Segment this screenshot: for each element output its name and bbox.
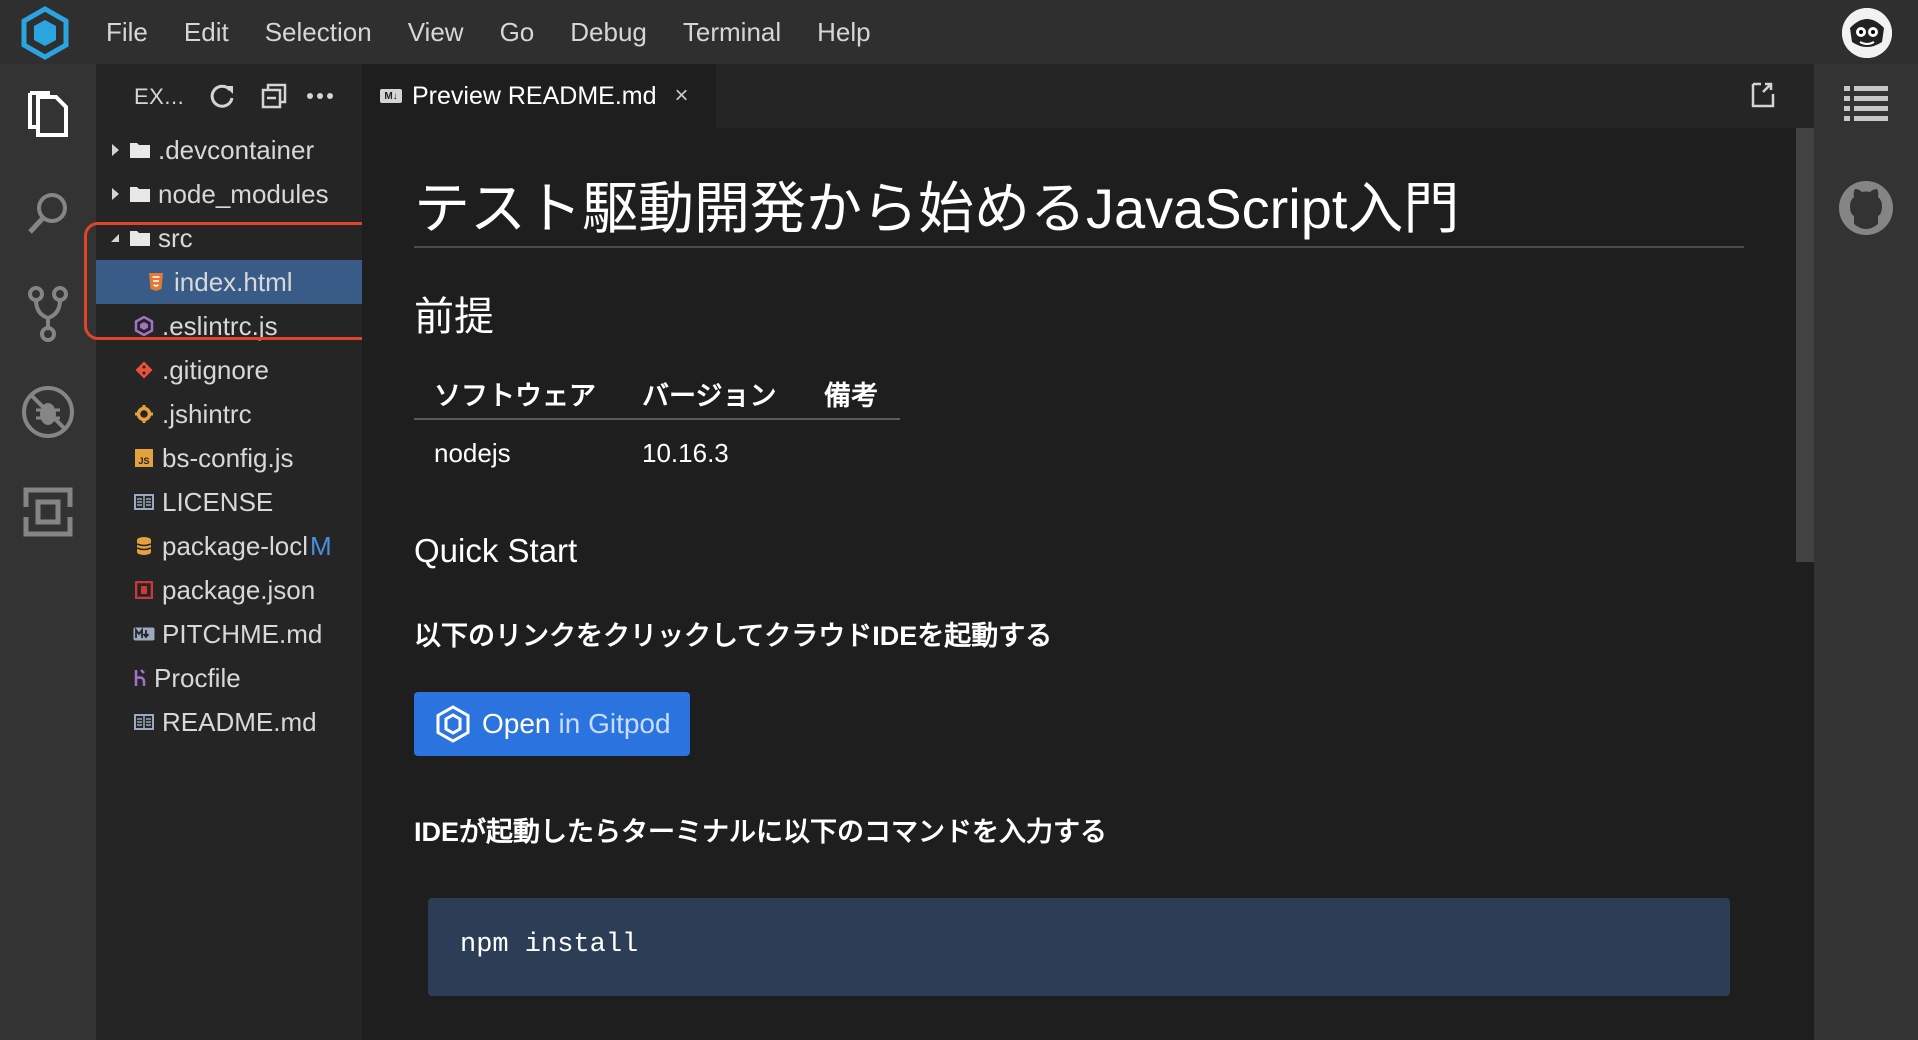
tree-item-readme[interactable]: README.md bbox=[96, 700, 362, 744]
table-cell: 10.16.3 bbox=[642, 438, 729, 468]
code-text: npm install bbox=[460, 930, 639, 960]
tree-item-jshintrc[interactable]: .jshintrc bbox=[96, 392, 362, 436]
menu-debug[interactable]: Debug bbox=[570, 17, 647, 48]
collapse-all-icon[interactable] bbox=[256, 78, 292, 114]
explorer-header: EX... bbox=[96, 64, 362, 128]
menu-edit[interactable]: Edit bbox=[184, 17, 229, 48]
tree-item-label: package-locl bbox=[162, 530, 308, 561]
markdown-preview-icon: M↓ bbox=[380, 89, 402, 103]
title-divider bbox=[414, 246, 1744, 248]
explorer-title: EX... bbox=[134, 84, 185, 109]
editor-tab-bar: M↓ Preview README.md × bbox=[362, 64, 1814, 128]
open-in-gitpod-button[interactable]: Open in Gitpod bbox=[414, 692, 690, 756]
open-source-icon[interactable] bbox=[1746, 78, 1780, 112]
section-heading-quick-start: Quick Start bbox=[414, 532, 578, 569]
tree-item-label: .jshintrc bbox=[162, 398, 252, 429]
button-label-gitpod: in Gitpod bbox=[558, 708, 671, 739]
tree-item-devcontainer[interactable]: .devcontainer bbox=[96, 128, 362, 172]
table-header-cell: 備考 bbox=[824, 381, 878, 411]
js-file-icon: JS bbox=[132, 446, 156, 470]
table-header-cell: ソフトウェア bbox=[434, 381, 596, 411]
tree-item-label: LICENSE bbox=[162, 486, 274, 517]
tree-item-label: package.json bbox=[162, 574, 316, 605]
debug-icon[interactable] bbox=[18, 382, 78, 442]
source-control-icon[interactable] bbox=[18, 284, 78, 344]
config-file-icon bbox=[132, 402, 156, 426]
tree-item-label: bs-config.js bbox=[162, 442, 294, 473]
table-header-cell: バージョン bbox=[642, 381, 777, 411]
tree-item-label: Procfile bbox=[154, 662, 241, 693]
menu-help[interactable]: Help bbox=[817, 17, 870, 48]
tree-item-package-json[interactable]: package.json bbox=[96, 568, 362, 612]
menu-file[interactable]: File bbox=[106, 17, 148, 48]
outline-list-icon[interactable] bbox=[1836, 74, 1896, 134]
tree-item-label: node_modules bbox=[158, 178, 329, 209]
right-activity-bar bbox=[1814, 64, 1918, 1040]
tree-item-label: .gitignore bbox=[162, 354, 269, 385]
tree-item-label: PITCHME.md bbox=[162, 618, 323, 649]
procfile-icon bbox=[132, 666, 148, 690]
table-row: nodejs 10.16.3 bbox=[414, 420, 900, 484]
extensions-icon[interactable] bbox=[18, 482, 78, 542]
search-icon[interactable] bbox=[18, 184, 78, 244]
chevron-right-icon bbox=[106, 141, 124, 159]
code-block: npm install bbox=[428, 898, 1730, 996]
markdown-preview[interactable]: テスト駆動開発から始めるJavaScript入門 前提 ソフトウェア バージョン… bbox=[362, 128, 1814, 1040]
markdown-file-icon bbox=[132, 622, 156, 646]
menu-terminal[interactable]: Terminal bbox=[683, 17, 781, 48]
tree-item-procfile[interactable]: Procfile bbox=[96, 656, 362, 700]
tree-item-package-lock[interactable]: package-locl M bbox=[96, 524, 362, 568]
tree-item-label: README.md bbox=[162, 706, 317, 737]
activity-bar bbox=[0, 64, 96, 1040]
table-header-row: ソフトウェア バージョン 備考 bbox=[414, 364, 900, 420]
readme-file-icon bbox=[132, 710, 156, 734]
folder-icon bbox=[128, 138, 152, 162]
tree-item-license[interactable]: LICENSE bbox=[96, 480, 362, 524]
avatar[interactable] bbox=[1842, 8, 1892, 58]
file-tree: .devcontainer node_modules src index.htm… bbox=[96, 128, 362, 744]
annotation-highlight-box bbox=[84, 222, 390, 340]
tree-item-gitignore[interactable]: .gitignore bbox=[96, 348, 362, 392]
menu-bar: File Edit Selection View Go Debug Termin… bbox=[0, 0, 1918, 64]
modified-badge: M bbox=[309, 530, 332, 561]
preview-title: テスト駆動開発から始めるJavaScript入門 bbox=[414, 177, 1460, 240]
tab-preview-readme[interactable]: M↓ Preview README.md × bbox=[362, 64, 716, 128]
more-actions-icon[interactable] bbox=[302, 78, 338, 114]
tree-item-label: .devcontainer bbox=[158, 134, 315, 165]
chevron-right-icon bbox=[106, 185, 124, 203]
tree-item-node-modules[interactable]: node_modules bbox=[96, 172, 362, 216]
refresh-icon[interactable] bbox=[204, 78, 240, 114]
tab-label: Preview README.md bbox=[412, 81, 657, 110]
prerequisites-table: ソフトウェア バージョン 備考 nodejs 10.16.3 bbox=[414, 364, 900, 484]
gitpod-logo-icon[interactable] bbox=[18, 6, 72, 60]
scrollbar-thumb[interactable] bbox=[1796, 128, 1814, 562]
license-file-icon bbox=[132, 490, 156, 514]
menu-go[interactable]: Go bbox=[500, 17, 535, 48]
section-heading-prerequisites: 前提 bbox=[414, 295, 494, 339]
instruction-text: IDEが起動したらターミナルに以下のコマンドを入力する bbox=[414, 817, 1108, 847]
instruction-text: 以下のリンクをクリックしてクラウドIDEを起動する bbox=[414, 621, 1053, 651]
gitpod-icon bbox=[434, 705, 472, 743]
close-icon[interactable]: × bbox=[675, 82, 689, 110]
tree-item-bs-config[interactable]: JS bs-config.js bbox=[96, 436, 362, 480]
github-icon[interactable] bbox=[1836, 178, 1896, 238]
package-lock-file-icon bbox=[132, 534, 156, 558]
menu-items: File Edit Selection View Go Debug Termin… bbox=[106, 0, 907, 64]
folder-icon bbox=[128, 182, 152, 206]
table-cell: nodejs bbox=[434, 438, 511, 468]
menu-selection[interactable]: Selection bbox=[265, 17, 372, 48]
menu-view[interactable]: View bbox=[408, 17, 464, 48]
git-file-icon bbox=[132, 358, 156, 382]
npm-file-icon bbox=[132, 578, 156, 602]
tree-item-pitchme[interactable]: PITCHME.md bbox=[96, 612, 362, 656]
explorer-sidebar: EX... .devcontainer node_modules src ind… bbox=[96, 64, 362, 1040]
svg-text:JS: JS bbox=[138, 456, 149, 466]
files-icon[interactable] bbox=[18, 84, 78, 144]
button-label-open: Open bbox=[482, 708, 551, 739]
